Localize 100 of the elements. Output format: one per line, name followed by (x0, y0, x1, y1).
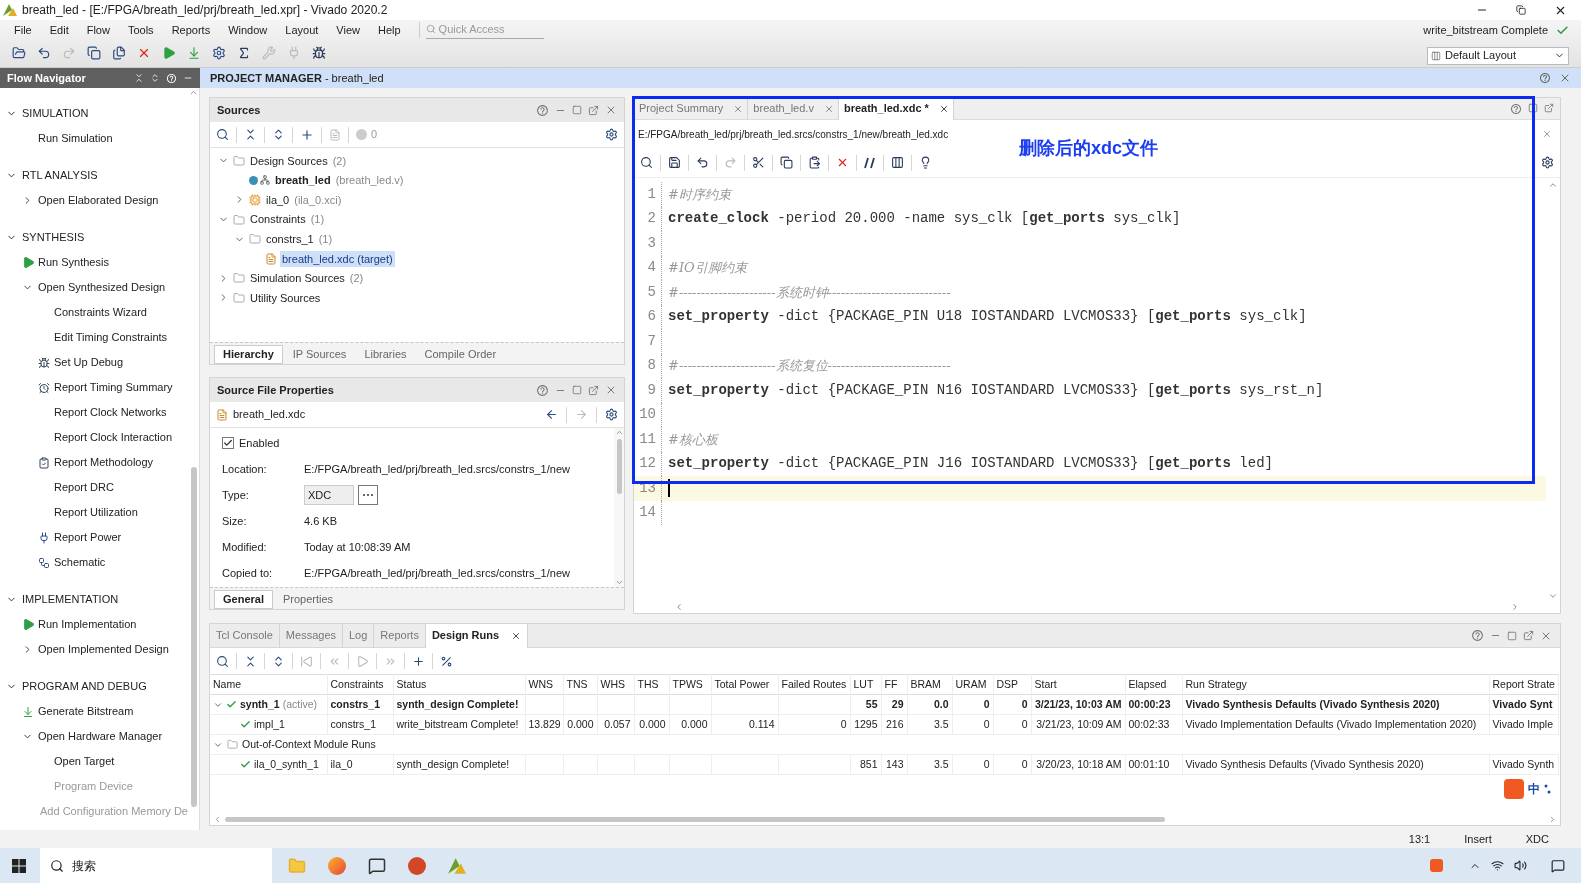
collapse-all-icon[interactable] (244, 654, 257, 668)
columns-icon[interactable] (891, 156, 904, 169)
scrollbar-thumb[interactable] (616, 439, 622, 494)
undo-icon[interactable] (37, 46, 51, 61)
menu-item[interactable]: Edit (43, 21, 75, 39)
column-header[interactable]: Failed Routes (778, 674, 850, 695)
redo-icon[interactable] (724, 156, 737, 169)
scroll-right-icon[interactable] (1548, 814, 1557, 824)
column-header[interactable]: Elapsed (1125, 674, 1182, 695)
search-icon[interactable] (216, 654, 229, 668)
notification-icon[interactable] (1551, 858, 1565, 873)
nav-item[interactable]: Report Timing Summary (54, 379, 173, 396)
type-field[interactable]: XDC (304, 485, 354, 505)
nav-item[interactable]: Open Target (54, 753, 115, 770)
windows-logo-icon[interactable] (12, 858, 26, 873)
tree-item[interactable]: breath_led.xdc (target) (280, 250, 395, 267)
settings-icon[interactable] (605, 408, 618, 421)
scroll-right-icon[interactable] (1510, 602, 1520, 612)
bug-icon[interactable] (312, 46, 326, 61)
search-icon[interactable] (640, 156, 653, 169)
document-icon[interactable] (329, 128, 341, 141)
quick-access-field[interactable]: Quick Access (438, 21, 539, 38)
panel-tab[interactable]: Tcl Console (210, 623, 280, 648)
nav-item[interactable]: Open Elaborated Design (38, 192, 159, 209)
expand-all-icon[interactable] (272, 128, 285, 141)
wifi-icon[interactable] (1491, 859, 1504, 872)
column-header[interactable]: TPWS (669, 674, 711, 695)
float-icon[interactable] (1523, 630, 1534, 641)
folder-icon[interactable] (12, 46, 26, 61)
panel-tab[interactable]: General (214, 590, 273, 609)
more-button[interactable] (358, 485, 378, 505)
app-logo-icon[interactable] (448, 857, 466, 874)
nav-item[interactable]: Open Hardware Manager (38, 728, 163, 745)
close-icon[interactable] (511, 630, 522, 641)
scroll-up-icon[interactable] (614, 428, 624, 437)
menu-item[interactable]: File (8, 21, 38, 39)
menu-item[interactable]: Reports (165, 21, 217, 39)
help-icon[interactable] (536, 383, 549, 397)
column-header[interactable]: WNS (525, 674, 563, 695)
nav-item[interactable]: Report Methodology (54, 454, 154, 471)
nav-section[interactable]: SIMULATION (22, 105, 89, 122)
column-header[interactable]: THS (634, 674, 669, 695)
scroll-up-icon[interactable] (189, 88, 198, 97)
lightbulb-icon[interactable] (919, 156, 932, 169)
checkbox[interactable] (222, 437, 234, 449)
nav-section[interactable]: PROGRAM AND DEBUG (22, 678, 147, 695)
settings-icon[interactable] (605, 128, 618, 141)
tree-item[interactable]: ila_0 (264, 191, 292, 209)
scroll-down-icon[interactable] (1548, 591, 1558, 601)
undo-icon[interactable] (696, 156, 709, 169)
app-icon[interactable] (368, 856, 386, 875)
nav-item[interactable]: Open Implemented Design (38, 641, 169, 658)
tree-item[interactable]: Utility Sources (248, 289, 323, 307)
files-icon[interactable] (112, 46, 126, 61)
menu-item[interactable]: Window (222, 21, 274, 39)
delete-icon[interactable] (836, 156, 849, 169)
panel-tab[interactable]: Messages (279, 623, 343, 648)
editor-tab[interactable]: breath_led.v (748, 97, 839, 120)
column-header[interactable]: Run Strategy (1182, 674, 1489, 695)
column-header[interactable]: LUT (850, 674, 881, 695)
help-icon[interactable] (166, 72, 177, 84)
column-header[interactable]: Report Strate (1489, 674, 1558, 695)
ime-toolbar[interactable]: 中 (1502, 779, 1554, 799)
maximize-icon[interactable] (1528, 102, 1538, 113)
column-header[interactable]: Start (1031, 674, 1125, 695)
close-icon[interactable] (938, 103, 949, 114)
column-header[interactable]: Constraints (327, 674, 393, 695)
nav-section[interactable]: IMPLEMENTATION (22, 591, 119, 608)
speaker-icon[interactable] (1514, 859, 1527, 872)
comment-icon[interactable] (864, 156, 876, 169)
column-header[interactable]: WHS (597, 674, 634, 695)
scroll-up-icon[interactable] (1548, 180, 1558, 190)
column-header[interactable]: URAM (952, 674, 993, 695)
tree-item[interactable]: breath_led (273, 172, 333, 189)
settings-icon[interactable] (1541, 156, 1554, 169)
menu-item[interactable]: Flow (80, 21, 116, 39)
expand-all-icon[interactable] (150, 72, 160, 83)
collapse-all-icon[interactable] (244, 128, 257, 141)
run-icon[interactable] (162, 46, 176, 61)
download-icon[interactable] (187, 46, 201, 61)
column-header[interactable]: Total Power (711, 674, 778, 695)
nav-item[interactable]: Constraints Wizard (54, 304, 147, 321)
nav-item[interactable]: Report DRC (54, 479, 114, 496)
nav-section[interactable]: RTL ANALYSIS (22, 167, 98, 184)
back-icon[interactable] (545, 408, 558, 421)
close-icon[interactable] (1559, 72, 1571, 84)
help-icon[interactable] (1471, 629, 1484, 642)
copy-icon[interactable] (780, 156, 793, 169)
presentation-app-icon[interactable] (408, 856, 426, 875)
nav-item[interactable]: Schematic (54, 554, 106, 571)
forward-icon[interactable] (575, 408, 588, 421)
panel-tab[interactable]: Compile Order (416, 345, 505, 364)
scroll-left-icon[interactable] (674, 602, 684, 612)
float-icon[interactable] (588, 104, 599, 116)
layout-select[interactable]: Default Layout (1427, 46, 1569, 65)
scrollbar-thumb[interactable] (190, 467, 197, 807)
menu-item[interactable]: View (330, 21, 366, 39)
column-header[interactable]: FF (881, 674, 907, 695)
menu-item[interactable]: Help (371, 21, 407, 39)
panel-tab[interactable]: Properties (274, 590, 342, 609)
